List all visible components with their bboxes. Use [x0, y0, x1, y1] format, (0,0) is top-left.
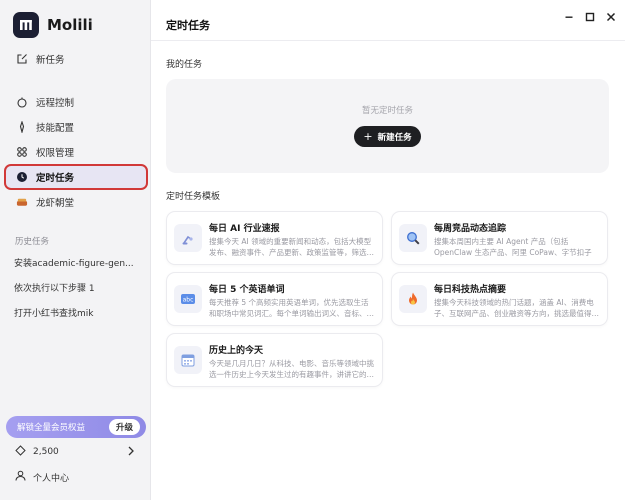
app-logo — [13, 12, 39, 38]
sidebar-item-label: 定时任务 — [36, 173, 75, 184]
template-desc: 搜集今天 AI 领域的重要新闻和动态，包括大模型发布、融资事件、产品更新、政策监… — [209, 237, 374, 257]
history-item[interactable]: 打开小红书查找mik — [14, 306, 142, 319]
sidebar-item-permissions[interactable]: 权限管理 — [6, 141, 146, 163]
template-title: 每日 5 个英语单词 — [209, 285, 285, 295]
maximize-icon[interactable] — [583, 10, 597, 24]
vip-text: 解锁全量会员权益 — [17, 423, 86, 433]
profile-label: 个人中心 — [33, 473, 70, 484]
sidebar-item-label: 龙虾朝堂 — [36, 198, 75, 209]
plus-icon: + — [363, 130, 373, 143]
robot-arm-icon — [174, 224, 202, 252]
user-icon — [15, 470, 26, 484]
history-item[interactable]: 依次执行以下步骤 1 — [14, 281, 142, 294]
app-name: Molili — [47, 16, 93, 34]
magnifier-icon — [399, 224, 427, 252]
template-title: 每日 AI 行业速报 — [209, 224, 280, 234]
new-scheduled-task-button[interactable]: + 新建任务 — [354, 126, 421, 147]
history-title: 历史任务 — [15, 237, 50, 247]
close-icon[interactable] — [604, 10, 618, 24]
sidebar-item-remote[interactable]: 远程控制 — [6, 91, 146, 113]
sidebar-item-lobster-court[interactable]: 龙虾朝堂 — [6, 191, 146, 213]
page-title: 定时任务 — [166, 19, 210, 32]
permission-icon — [16, 146, 28, 158]
calendar-icon — [174, 346, 202, 374]
template-desc: 每天推荐 5 个高频实用英语单词，优先选取生活和职场中常见词汇。每个单词输出词义… — [209, 298, 374, 318]
diamond-icon — [15, 445, 26, 459]
history-item[interactable]: 安装academic-figure-gen... — [14, 256, 142, 269]
brand: Molili — [13, 12, 93, 38]
remote-icon — [16, 96, 28, 108]
svg-text:abc: abc — [183, 297, 194, 304]
sidebar: Molili 新任务 远程控制 技能配置 权限管理 定时任务 龙虾朝堂 历史任务… — [0, 0, 151, 500]
chevron-right-icon — [127, 445, 135, 460]
my-tasks-empty-state: 暂无定时任务 + 新建任务 — [166, 79, 609, 173]
template-desc: 搜集今天科技领域的热门话题，涵盖 AI、消费电子、互联网产品、创业融资等方向，挑… — [434, 298, 599, 318]
sidebar-item-label: 权限管理 — [36, 148, 75, 159]
new-task-label: 新任务 — [36, 55, 65, 66]
upgrade-button[interactable]: 升级 — [108, 419, 140, 435]
vip-banner[interactable]: 解锁全量会员权益 升级 — [6, 416, 146, 438]
template-card[interactable]: 每日科技热点摘要 搜集今天科技领域的热门话题，涵盖 AI、消费电子、互联网产品、… — [391, 272, 608, 326]
template-title: 历史上的今天 — [209, 346, 264, 356]
fire-icon — [399, 285, 427, 313]
sidebar-item-scheduled-tasks[interactable]: 定时任务 — [4, 164, 148, 190]
template-title: 每日科技热点摘要 — [434, 285, 507, 295]
sidebar-item-skills[interactable]: 技能配置 — [6, 116, 146, 138]
sidebar-item-label: 远程控制 — [36, 98, 75, 109]
template-card[interactable]: 每周竞品动态追踪 搜集本周国内主要 AI Agent 产品（包括 OpenCla… — [391, 211, 608, 265]
template-card[interactable]: abc 每日 5 个英语单词 每天推荐 5 个高频实用英语单词，优先选取生活和职… — [166, 272, 383, 326]
template-card[interactable]: 每日 AI 行业速报 搜集今天 AI 领域的重要新闻和动态，包括大模型发布、融资… — [166, 211, 383, 265]
abc-icon: abc — [174, 285, 202, 313]
sidebar-item-label: 技能配置 — [36, 123, 75, 134]
minimize-icon[interactable] — [562, 10, 576, 24]
new-task-icon — [16, 53, 28, 65]
new-task-button-label: 新建任务 — [377, 132, 412, 143]
clock-icon — [16, 171, 28, 183]
header-divider — [151, 40, 625, 41]
template-card[interactable]: 历史上的今天 今天是几月几日？从科技、电影、音乐等领域中挑选一件历史上今天发生过… — [166, 333, 383, 387]
template-desc: 今天是几月几日？从科技、电影、音乐等领域中挑选一件历史上今天发生过的有趣事件，讲… — [209, 359, 374, 379]
template-desc: 搜集本周国内主要 AI Agent 产品（包括 OpenClaw 生态产品、阿里… — [434, 237, 592, 257]
template-title: 每周竞品动态追踪 — [434, 224, 507, 234]
skill-icon — [16, 121, 28, 133]
templates-title: 定时任务模板 — [166, 192, 221, 202]
new-task-button[interactable]: 新任务 — [6, 48, 146, 70]
credits-value: 2,500 — [33, 447, 59, 457]
empty-text: 暂无定时任务 — [361, 106, 413, 116]
credits-row[interactable]: 2,500 — [15, 445, 135, 459]
my-tasks-title: 我的任务 — [166, 60, 203, 70]
profile-row[interactable]: 个人中心 — [15, 470, 69, 484]
lobster-icon — [16, 196, 28, 208]
